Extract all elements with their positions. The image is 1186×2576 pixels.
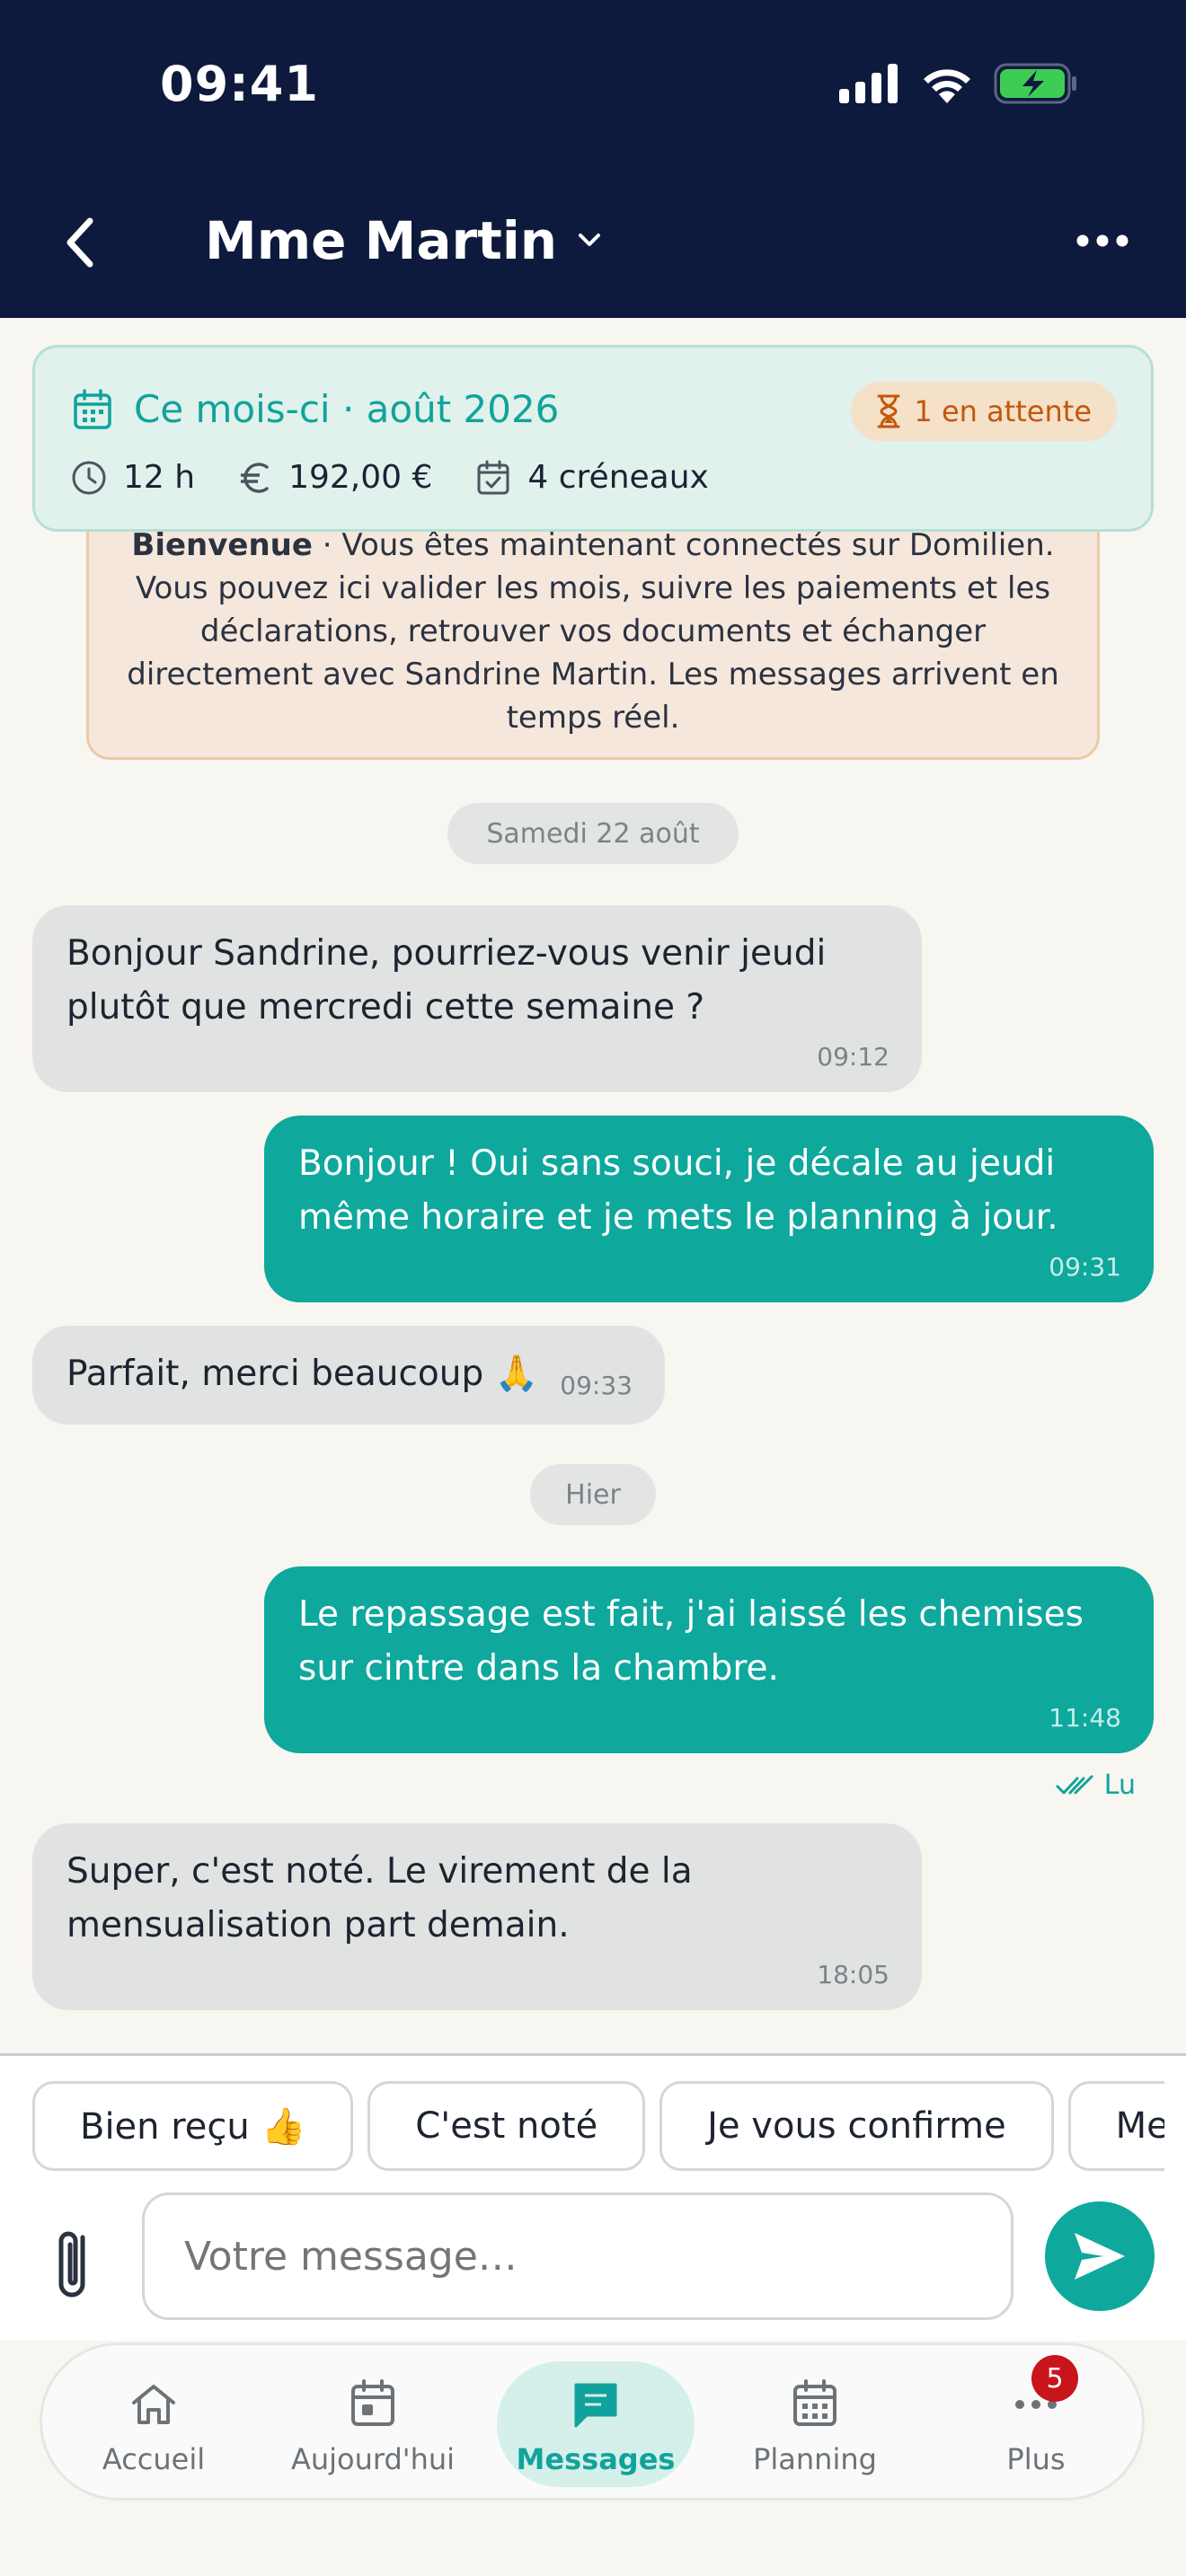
date-separator: Samedi 22 août	[447, 803, 739, 864]
chevron-down-icon	[579, 234, 601, 246]
message-incoming[interactable]: Parfait, merci beaucoup 🙏 09:33	[32, 1326, 665, 1425]
more-options-button[interactable]	[1062, 214, 1143, 268]
slots-value: 4 créneaux	[527, 459, 709, 496]
tab-label: Accueil	[102, 2442, 206, 2476]
quick-replies[interactable]: Bien reçu 👍C'est notéJe vous confirmeMer…	[32, 2081, 1164, 2175]
home-icon	[132, 2385, 175, 2424]
pending-label: 1 en attente	[914, 394, 1092, 428]
euro-icon	[241, 462, 269, 493]
message-time: 09:33	[560, 1371, 633, 1400]
paperclip-icon[interactable]	[49, 2218, 102, 2307]
tab-planning[interactable]: Planning	[716, 2361, 914, 2487]
message-outgoing[interactable]: Bonjour ! Oui sans souci, je décale au j…	[264, 1116, 1154, 1302]
welcome-notice: Bienvenue · Vous êtes maintenant connect…	[86, 503, 1100, 760]
pending-badge[interactable]: 1 en attente	[851, 382, 1117, 441]
calendar-grid-icon	[793, 2379, 836, 2426]
calendar-check-icon	[477, 460, 509, 494]
notification-badge: 5	[1031, 2355, 1078, 2402]
tab-messages[interactable]: Messages	[497, 2361, 695, 2487]
tab-label: Aujourd'hui	[290, 2442, 456, 2476]
tab-accueil[interactable]: Accueil	[55, 2361, 252, 2487]
quick-reply-chip[interactable]: Bien reçu 👍	[32, 2081, 354, 2171]
summary-header: Ce mois-ci · août 2026	[71, 387, 559, 431]
message-time: 18:05	[817, 1960, 890, 1989]
message-time: 11:48	[1049, 1703, 1121, 1733]
page-title: Mme Martin	[205, 210, 558, 271]
welcome-bold: Bienvenue	[131, 527, 313, 563]
chat-icon	[574, 2383, 617, 2428]
calendar-today-icon	[351, 2379, 394, 2426]
tab-label: Messages	[516, 2442, 676, 2476]
slots-stat: 4 créneaux	[475, 459, 709, 496]
read-receipt: Lu	[1056, 1769, 1136, 1801]
message-text: Le repassage est fait, j'ai laissé les c…	[298, 1594, 1084, 1689]
signal-icon	[839, 64, 898, 103]
message-text: Parfait, merci beaucoup 🙏	[66, 1354, 539, 1394]
tab-aujourdhui[interactable]: Aujourd'hui	[274, 2361, 472, 2487]
back-chevron-icon[interactable]	[54, 207, 108, 278]
message-text: Super, c'est noté. Le virement de la men…	[66, 1851, 693, 1945]
send-icon	[1075, 2233, 1125, 2280]
double-check-icon	[1056, 1775, 1093, 1794]
message-text: Bonjour Sandrine, pourriez-vous venir je…	[66, 933, 827, 1028]
date-separator: Hier	[530, 1464, 656, 1525]
tab-label: Planning	[753, 2442, 877, 2476]
composer-area: Bien reçu 👍C'est notéJe vous confirmeMer…	[0, 2053, 1186, 2341]
nav-bar: Mme Martin	[0, 198, 1186, 287]
ellipsis-icon	[1076, 234, 1128, 247]
month-summary-card[interactable]: Ce mois-ci · août 2026 1 en attente 12 h…	[32, 345, 1154, 532]
message-input[interactable]	[142, 2192, 1013, 2320]
hours-stat: 12 h	[71, 459, 195, 496]
battery-charging-icon	[994, 63, 1076, 104]
message-time: 09:12	[817, 1042, 890, 1072]
quick-reply-chip[interactable]: Merc	[1067, 2081, 1164, 2171]
hourglass-icon	[877, 394, 900, 428]
message-outgoing[interactable]: Le repassage est fait, j'ai laissé les c…	[264, 1566, 1154, 1753]
amount-value: 192,00 €	[288, 459, 433, 496]
message-incoming[interactable]: Super, c'est noté. Le virement de la men…	[32, 1823, 922, 2010]
contact-switcher[interactable]: Mme Martin	[205, 210, 606, 271]
summary-title: Ce mois-ci · août 2026	[134, 387, 560, 431]
status-icons	[839, 63, 1078, 104]
amount-stat: 192,00 €	[238, 459, 432, 496]
status-time: 09:41	[160, 56, 319, 112]
message-incoming[interactable]: Bonjour Sandrine, pourriez-vous venir je…	[32, 905, 922, 1092]
message-time: 09:31	[1049, 1252, 1121, 1282]
clock-icon	[72, 461, 106, 494]
quick-reply-chip[interactable]: C'est noté	[367, 2081, 646, 2171]
wifi-icon	[924, 69, 970, 103]
hours-value: 12 h	[123, 459, 196, 496]
quick-reply-chip[interactable]: Je vous confirme	[659, 2081, 1054, 2171]
summary-stats: 12 h 192,00 € 4 créneaux	[71, 459, 709, 496]
tab-label: Plus	[1006, 2442, 1066, 2476]
read-label: Lu	[1103, 1769, 1136, 1801]
message-text: Bonjour ! Oui sans souci, je décale au j…	[298, 1143, 1058, 1238]
calendar-icon	[74, 388, 111, 429]
app-header: 09:41 Mme Martin	[0, 0, 1186, 318]
send-button[interactable]	[1045, 2201, 1155, 2311]
tab-bar: Accueil Aujourd'hui Messages Planning Pl…	[40, 2342, 1145, 2501]
